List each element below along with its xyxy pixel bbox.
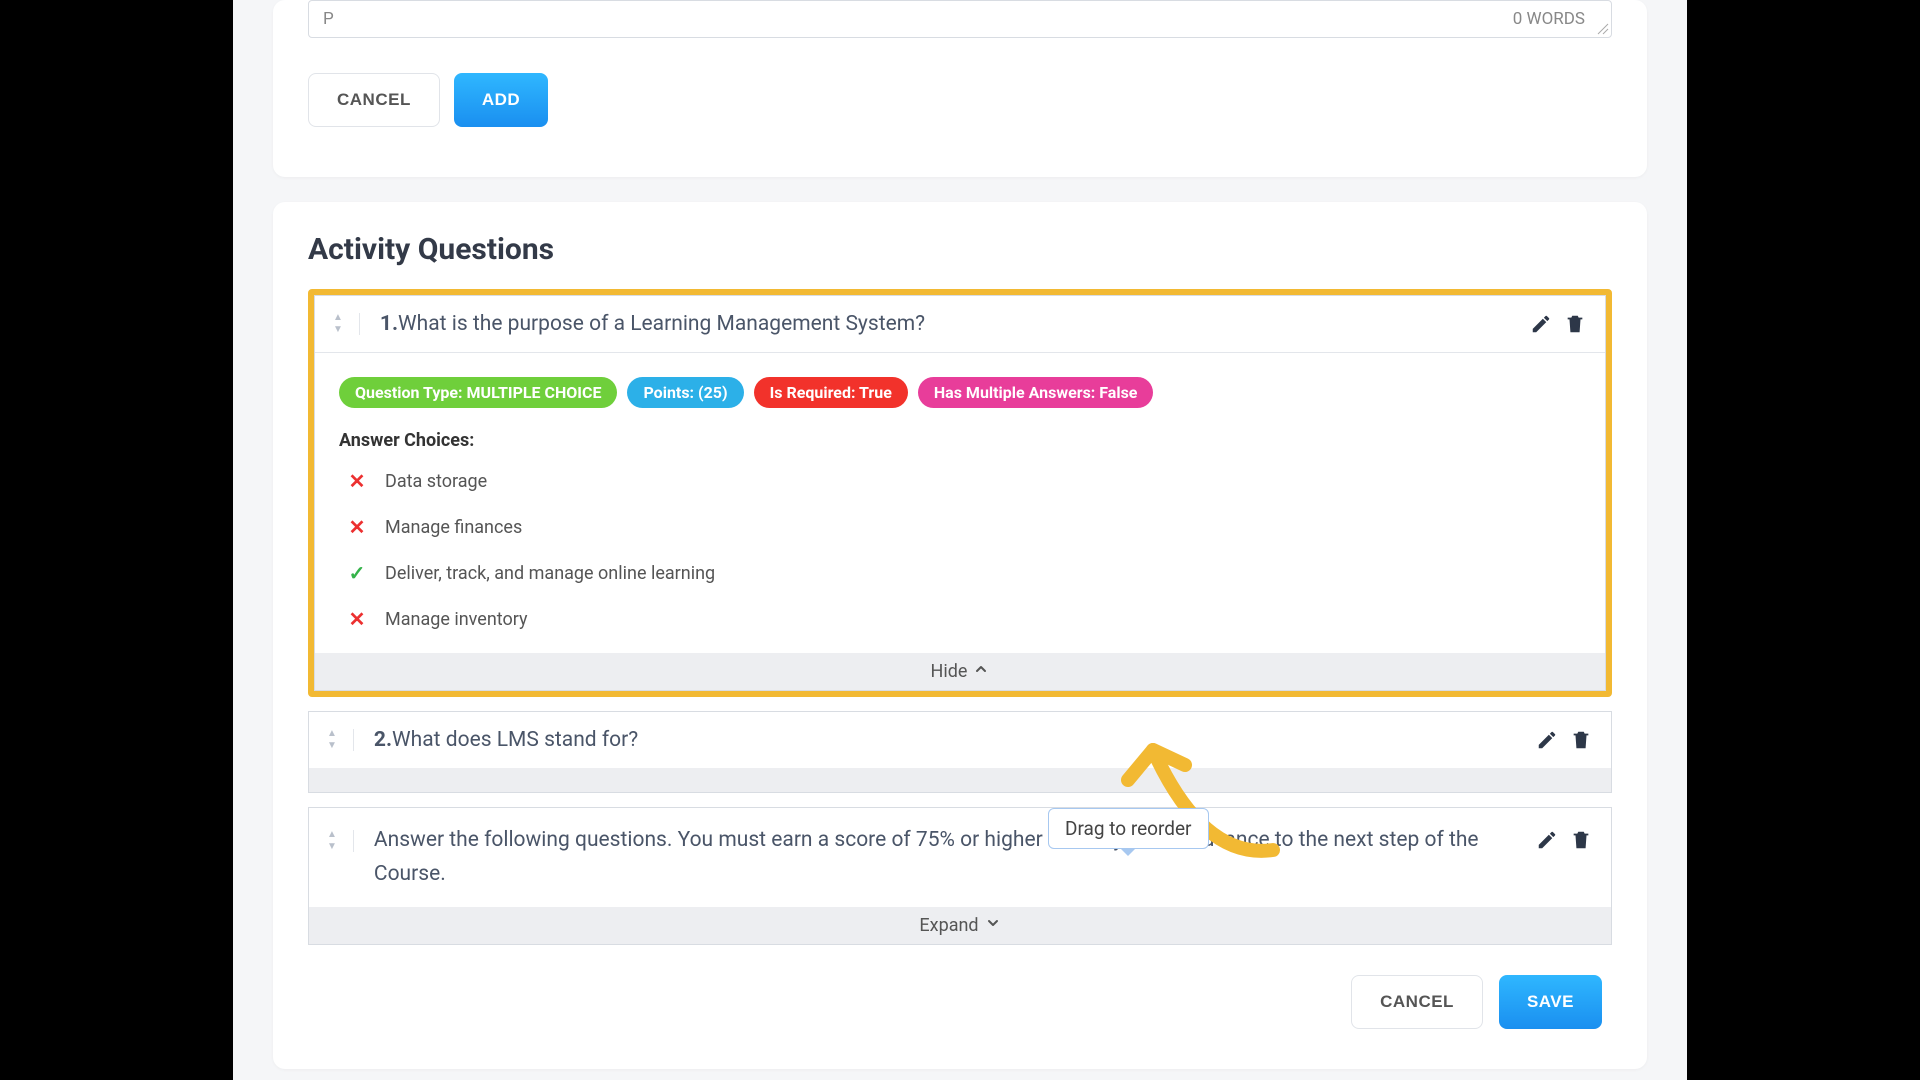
badge-question-type: Question Type: MULTIPLE CHOICE [339,377,617,408]
correct-icon: ✓ [347,561,367,585]
question-2-text: What does LMS stand for? [392,728,638,752]
delete-icon[interactable] [1569,828,1593,852]
delete-icon[interactable] [1569,728,1593,752]
instruction-text: Answer the following questions. You must… [374,824,1535,891]
delete-icon[interactable] [1563,312,1587,336]
editor-card: P 0 WORDS CANCEL ADD [273,0,1647,177]
badge-points: Points: (25) [627,377,743,408]
answers-heading: Answer Choices: [339,430,1581,451]
instruction-card: ▲▼ Answer the following questions. You m… [308,807,1612,945]
question-1-header: ▲▼ 1.What is the purpose of a Learning M… [315,296,1605,352]
question-1-title: 1.What is the purpose of a Learning Mana… [380,312,1529,336]
question-1-badges: Question Type: MULTIPLE CHOICE Points: (… [339,377,1581,408]
expand-toggle[interactable]: Expand [309,907,1611,944]
question-1-highlight: ▲▼ 1.What is the purpose of a Learning M… [308,289,1612,697]
answer-choice: ✕ Manage inventory [347,607,1581,631]
question-2-card: ▲▼ 2.What does LMS stand for? [308,711,1612,793]
editor-button-row: CANCEL ADD [308,73,1612,127]
editor-content: P [323,9,334,29]
answer-text: Manage finances [385,517,522,538]
wrong-icon: ✕ [347,607,367,631]
footer-buttons: CANCEL SAVE [308,975,1612,1029]
question-1-actions [1529,312,1587,336]
footer-cancel-button[interactable]: CANCEL [1351,975,1483,1029]
edit-icon[interactable] [1535,828,1559,852]
drag-tooltip: Drag to reorder [1048,808,1209,849]
question-1-body: Question Type: MULTIPLE CHOICE Points: (… [315,352,1605,631]
question-2-toggle-area[interactable] [309,768,1611,792]
drag-handle-icon[interactable]: ▲▼ [327,729,354,751]
answer-text: Deliver, track, and manage online learni… [385,563,715,584]
cancel-button[interactable]: CANCEL [308,73,440,127]
drag-handle-icon[interactable]: ▲▼ [333,313,360,335]
question-1-number: 1. [380,312,398,336]
question-2-number: 2. [374,728,392,752]
rich-text-editor[interactable]: P 0 WORDS [308,0,1612,38]
word-count: 0 WORDS [1513,9,1585,29]
question-1-text: What is the purpose of a Learning Manage… [398,312,925,336]
answer-choice: ✕ Data storage [347,469,1581,493]
chevron-down-icon [985,915,1001,936]
edit-icon[interactable] [1529,312,1553,336]
instruction-actions [1535,828,1593,852]
hide-toggle[interactable]: Hide [315,653,1605,690]
chevron-up-icon [973,661,989,682]
wrong-icon: ✕ [347,515,367,539]
footer-save-button[interactable]: SAVE [1499,975,1602,1029]
question-2-header: ▲▼ 2.What does LMS stand for? [309,712,1611,768]
instruction-header: ▲▼ Answer the following questions. You m… [309,808,1611,907]
toggle-label: Expand [919,915,978,936]
section-title: Activity Questions [308,232,1612,267]
wrong-icon: ✕ [347,469,367,493]
edit-icon[interactable] [1535,728,1559,752]
app-viewport: P 0 WORDS CANCEL ADD Activity Questions … [233,0,1687,1080]
question-2-actions [1535,728,1593,752]
add-button[interactable]: ADD [454,73,548,127]
answer-text: Manage inventory [385,609,528,630]
answer-choice: ✓ Deliver, track, and manage online lear… [347,561,1581,585]
badge-multi-answers: Has Multiple Answers: False [918,377,1154,408]
drag-handle-icon[interactable]: ▲▼ [327,830,354,852]
question-2-title: 2.What does LMS stand for? [374,728,1535,752]
toggle-label: Hide [931,661,968,682]
badge-required: Is Required: True [754,377,908,408]
resize-handle-icon[interactable] [1595,21,1609,35]
answer-choice: ✕ Manage finances [347,515,1581,539]
answer-text: Data storage [385,471,487,492]
questions-card: Activity Questions ▲▼ 1.What is the purp… [273,202,1647,1069]
answer-list: ✕ Data storage ✕ Manage finances ✓ Deliv… [347,469,1581,631]
question-1-card: ▲▼ 1.What is the purpose of a Learning M… [314,295,1606,691]
